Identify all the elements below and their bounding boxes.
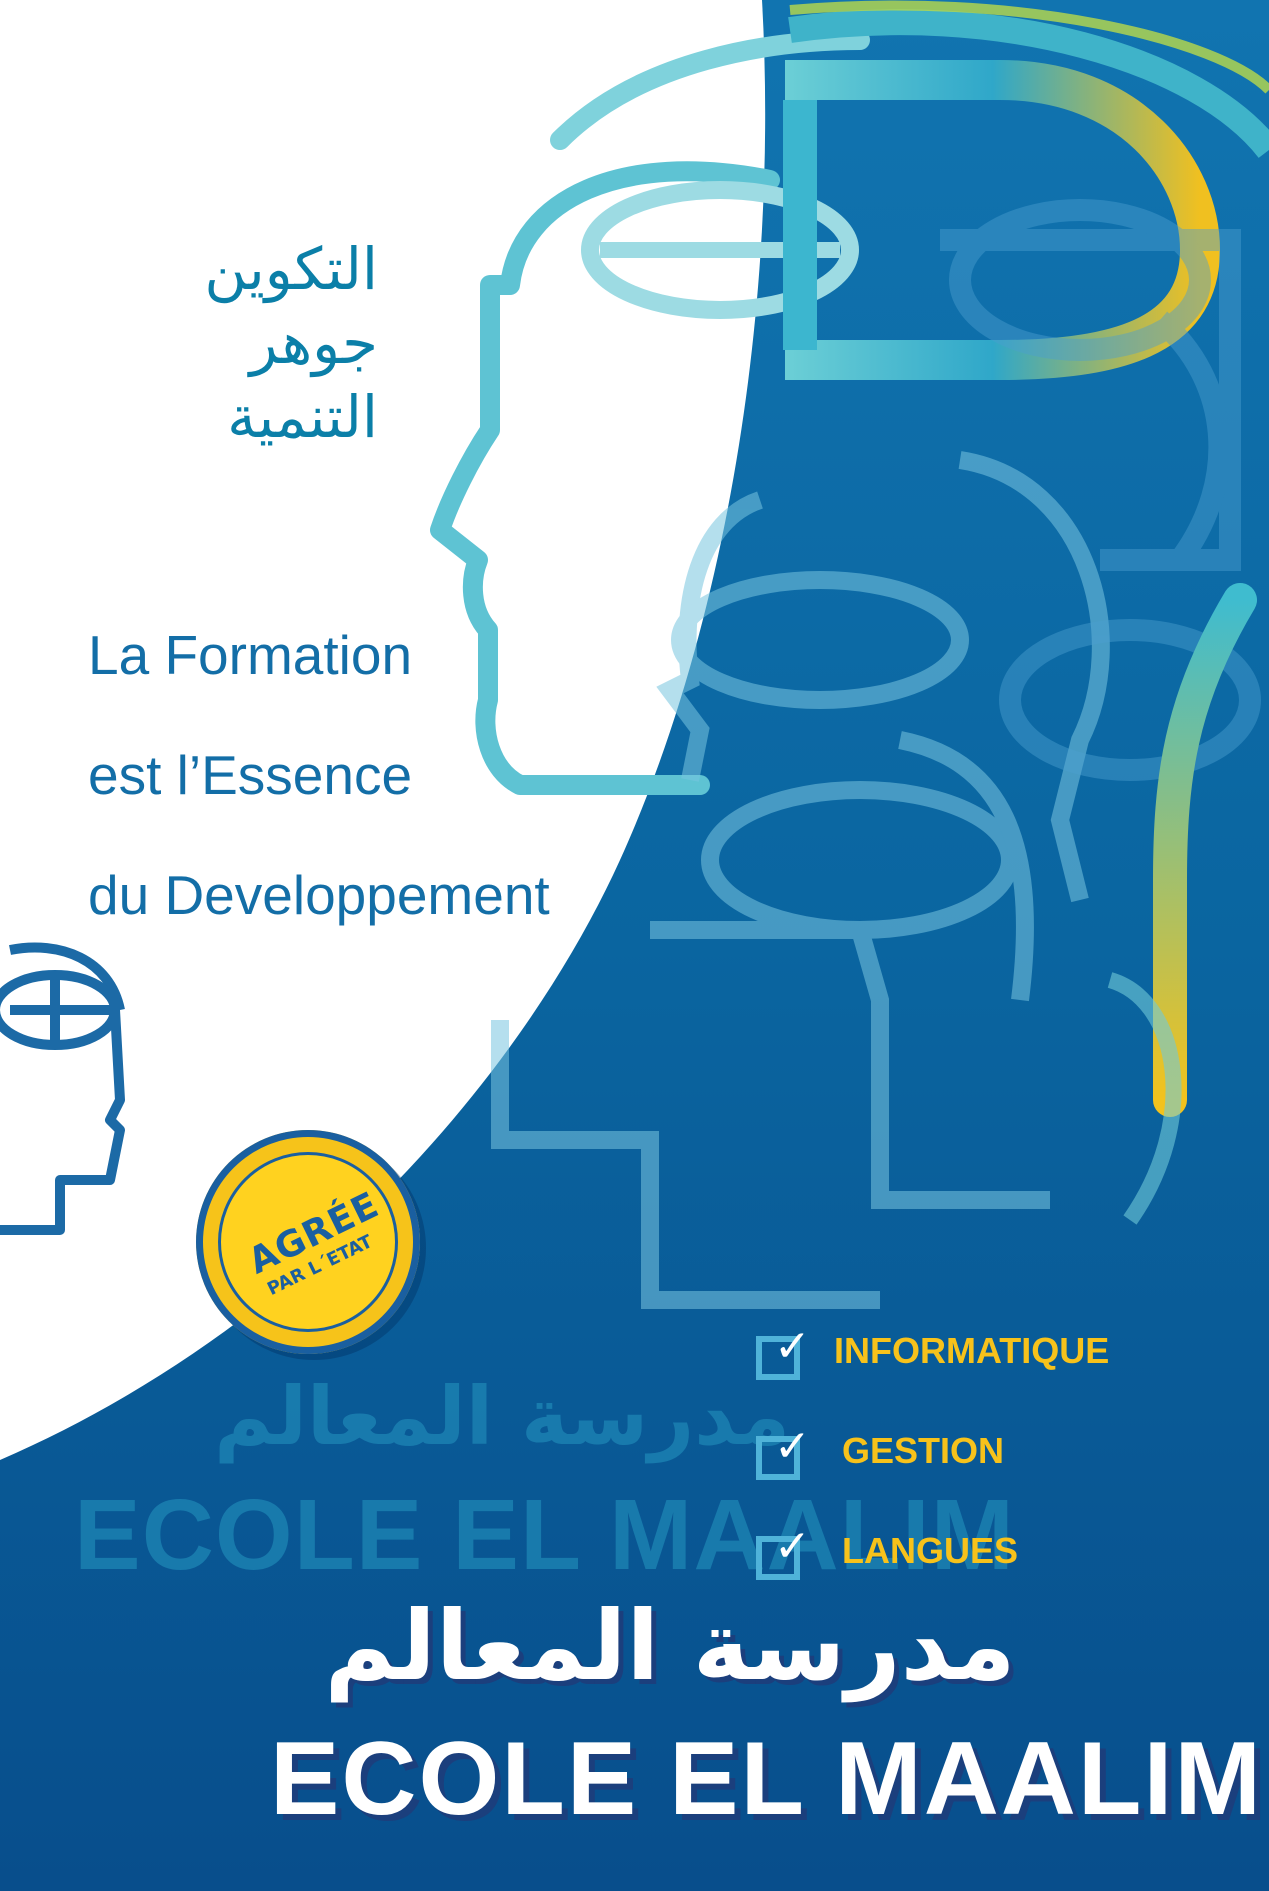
- service-label: GESTION: [842, 1430, 1005, 1471]
- school-name-arabic: مدرسة المعالم: [324, 1590, 1016, 1702]
- french-slogan-line: est l’Essence: [88, 744, 413, 806]
- school-name-french: ECOLE EL MAALIM: [270, 1721, 1263, 1837]
- arabic-slogan-line: التنمية: [227, 383, 378, 451]
- check-icon: ✓: [774, 1521, 811, 1572]
- poster: التكوين جوهر التنمية La Formation est l’…: [0, 0, 1269, 1891]
- check-icon: ✓: [774, 1321, 811, 1372]
- french-slogan: La Formation est l’Essence du Developpem…: [88, 595, 550, 955]
- logo-head-icon: [0, 942, 125, 1235]
- french-slogan-line: du Developpement: [88, 864, 550, 926]
- check-icon: ✓: [774, 1421, 811, 1472]
- arabic-slogan-line: التكوين: [204, 235, 378, 303]
- badge-ring: AGRÉE PAR L´ETAT: [218, 1152, 398, 1332]
- state-approved-badge: AGRÉE PAR L´ETAT: [196, 1130, 420, 1354]
- service-label: LANGUES: [842, 1530, 1019, 1571]
- arabic-slogan-line: جوهر: [249, 309, 378, 377]
- french-slogan-line: La Formation: [88, 624, 413, 686]
- arabic-slogan: التكوين جوهر التنمية: [88, 232, 378, 454]
- ghost-arabic-name: مدرسة المعالم: [214, 1370, 790, 1463]
- service-label: INFORMATIQUE: [834, 1330, 1110, 1371]
